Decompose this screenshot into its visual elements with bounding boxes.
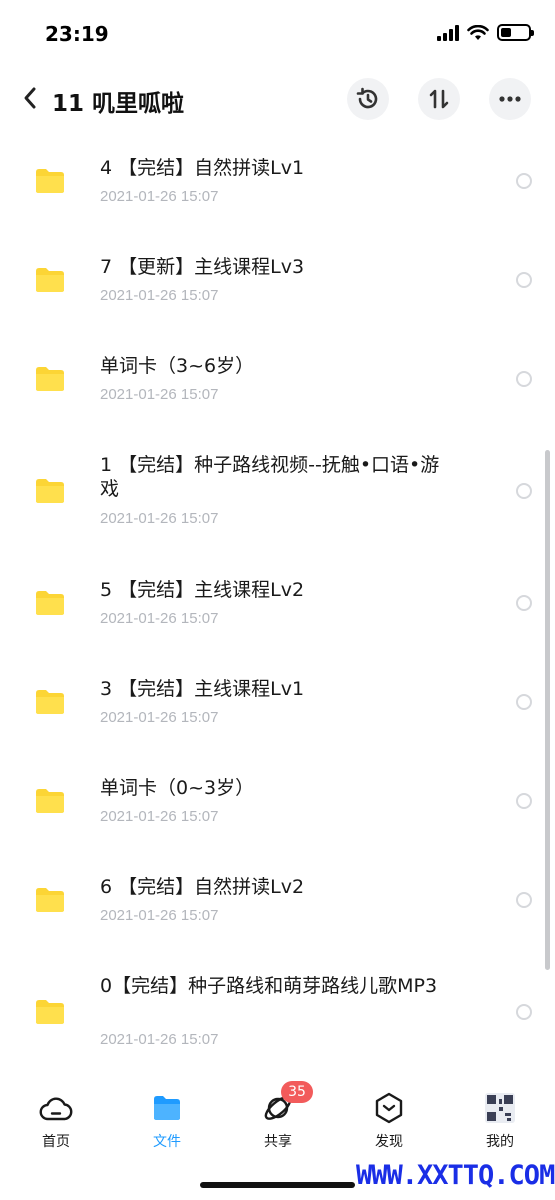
file-date: 2021-01-26 15:07 [100, 709, 219, 726]
folder-icon [36, 169, 64, 193]
select-radio[interactable] [516, 793, 532, 809]
tab-share[interactable]: 35 共享 [238, 1081, 318, 1151]
watermark: WWW.XXTTQ.COM [356, 1160, 555, 1191]
tab-discover[interactable]: 发现 [349, 1091, 429, 1151]
folder-icon [36, 591, 64, 615]
home-indicator[interactable] [200, 1182, 355, 1188]
notification-badge: 35 [281, 1081, 313, 1103]
file-date: 2021-01-26 15:07 [100, 386, 219, 403]
file-date: 2021-01-26 15:07 [100, 610, 219, 627]
file-name: 4 【完结】自然拼读Lv1 [100, 157, 305, 179]
file-date: 2021-01-26 15:07 [100, 188, 219, 205]
select-radio[interactable] [516, 1004, 532, 1020]
select-radio[interactable] [516, 892, 532, 908]
tab-label: 文件 [153, 1134, 181, 1150]
file-date: 2021-01-26 15:07 [100, 1031, 219, 1048]
file-name: 6 【完结】自然拼读Lv2 [100, 876, 305, 898]
wifi-icon [467, 24, 489, 40]
folder-icon [36, 888, 64, 912]
select-radio[interactable] [516, 371, 532, 387]
folder-icon [36, 367, 64, 391]
history-icon [356, 87, 378, 109]
folder-icon [154, 1096, 180, 1120]
status-icons [437, 24, 534, 41]
header: 11 叽里呱啦 [0, 70, 555, 128]
folder-icon [36, 789, 64, 813]
file-name: 单词卡（0~3岁） [100, 777, 255, 799]
select-radio[interactable] [516, 595, 532, 611]
tab-files[interactable]: 文件 [127, 1091, 207, 1151]
sort-icon [429, 89, 449, 109]
folder-icon [36, 479, 64, 503]
file-name: 7 【更新】主线课程Lv3 [100, 256, 305, 278]
chevron-left-icon [24, 87, 36, 109]
file-date: 2021-01-26 15:07 [100, 287, 219, 304]
file-name: 0【完结】种子路线和萌芽路线儿歌MP3 [100, 975, 438, 997]
file-name: 1 【完结】种子路线视频--抚触•口语•游戏 [100, 454, 440, 500]
page-title: 11 叽里呱啦 [52, 91, 185, 117]
tab-label: 共享 [264, 1134, 292, 1150]
cloud-icon [39, 1097, 73, 1121]
file-date: 2021-01-26 15:07 [100, 808, 219, 825]
folder-icon [36, 690, 64, 714]
select-radio[interactable] [516, 173, 532, 189]
more-icon [499, 96, 521, 102]
battery-icon [497, 24, 534, 41]
file-date: 2021-01-26 15:07 [100, 907, 219, 924]
scrollbar[interactable] [545, 450, 550, 970]
file-date: 2021-01-26 15:07 [100, 510, 219, 527]
discover-icon [375, 1092, 403, 1124]
history-button[interactable] [347, 78, 389, 120]
status-time: 23:19 [45, 22, 109, 46]
status-bar: 23:19 [0, 0, 555, 70]
file-name: 单词卡（3~6岁） [100, 355, 255, 377]
select-radio[interactable] [516, 694, 532, 710]
tab-home[interactable]: 首页 [16, 1091, 96, 1151]
qr-avatar-icon [485, 1093, 515, 1123]
sort-button[interactable] [418, 78, 460, 120]
file-name: 5 【完结】主线课程Lv2 [100, 579, 305, 601]
folder-icon [36, 1000, 64, 1024]
tab-bar: 首页 文件 35 共享 发现 我的 [0, 1073, 555, 1163]
tab-label: 我的 [486, 1134, 514, 1150]
select-radio[interactable] [516, 483, 532, 499]
more-button[interactable] [489, 78, 531, 120]
select-radio[interactable] [516, 272, 532, 288]
tab-me[interactable]: 我的 [460, 1091, 540, 1151]
tab-label: 首页 [42, 1134, 70, 1150]
file-list[interactable]: 4 【完结】自然拼读Lv1 2021-01-26 15:07 7 【更新】主线课… [0, 128, 555, 1073]
file-name: 3 【完结】主线课程Lv1 [100, 678, 305, 700]
tab-label: 发现 [375, 1134, 403, 1150]
folder-icon [36, 268, 64, 292]
back-button[interactable] [14, 82, 46, 114]
cellular-signal-icon [437, 24, 459, 41]
